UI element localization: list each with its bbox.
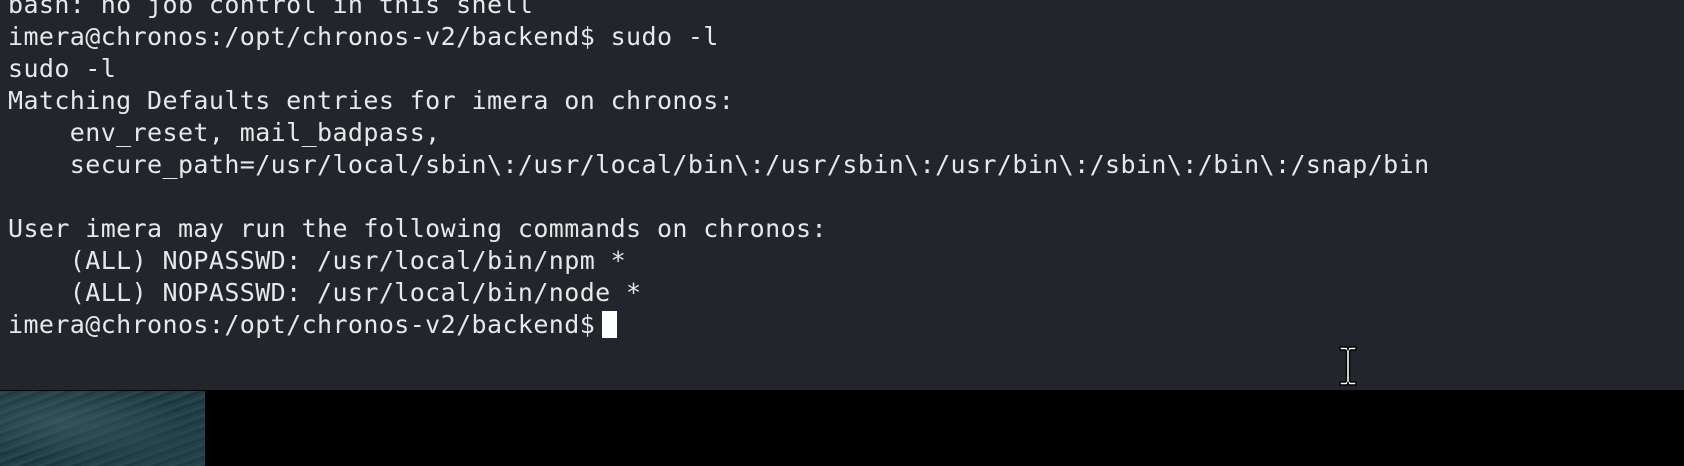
wallpaper-thumbnail (0, 391, 205, 466)
shell-prompt: imera@chronos:/opt/chronos-v2/backend$ (8, 310, 596, 339)
desktop-background (0, 391, 1684, 466)
terminal-line: imera@chronos:/opt/chronos-v2/backend$ s… (8, 22, 719, 51)
terminal-line: (ALL) NOPASSWD: /usr/local/bin/node * (8, 278, 642, 307)
text-cursor (602, 311, 618, 338)
terminal-output: bash: no job control in this shell imera… (8, 0, 1430, 341)
terminal-line: (ALL) NOPASSWD: /usr/local/bin/npm * (8, 246, 627, 275)
text-ibeam-cursor-icon (1339, 346, 1357, 386)
terminal-prompt-line[interactable]: imera@chronos:/opt/chronos-v2/backend$ (8, 309, 1430, 341)
terminal-line: env_reset, mail_badpass, (8, 118, 441, 147)
terminal-line: Matching Defaults entries for imera on c… (8, 86, 735, 115)
terminal-line: sudo -l (8, 54, 117, 83)
terminal-line: secure_path=/usr/local/sbin\:/usr/local/… (8, 150, 1430, 179)
terminal-window[interactable]: bash: no job control in this shell imera… (0, 0, 1684, 390)
terminal-line: User imera may run the following command… (8, 214, 827, 243)
terminal-line: bash: no job control in this shell (8, 0, 534, 19)
